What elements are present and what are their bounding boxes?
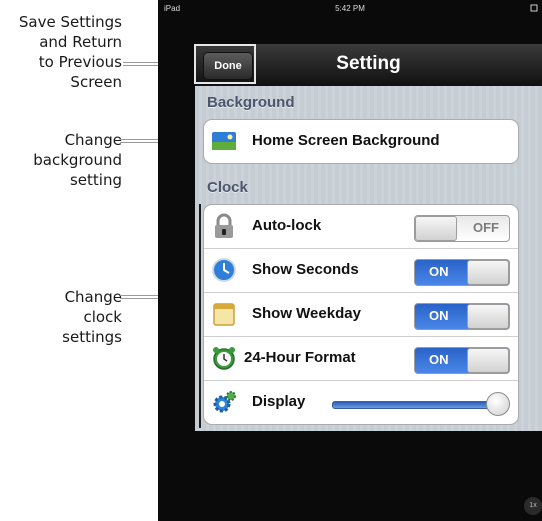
show-weekday-row: Show Weekday ON [204, 293, 518, 337]
home-screen-background-label: Home Screen Background [252, 132, 440, 149]
display-slider-track[interactable] [332, 401, 500, 409]
auto-lock-row: Auto-lock OFF [204, 205, 518, 249]
padlock-icon [210, 212, 238, 240]
switch-knob [467, 304, 509, 329]
settings-panel: Background Home Screen Background Clock [195, 86, 542, 431]
zoom-button[interactable]: 1x [524, 497, 542, 515]
home-screen-background-row[interactable]: Home Screen Background [204, 120, 518, 163]
clock-group: Auto-lock OFF Show Seconds ON Show Weekd… [203, 204, 519, 425]
gear-icon [210, 388, 238, 416]
callout-line: Change [64, 131, 122, 149]
battery-icon [530, 4, 538, 14]
callout-line: and Return [39, 33, 122, 51]
display-label: Display [252, 393, 306, 410]
callout-line: settings [62, 328, 122, 346]
display-slider-knob[interactable] [486, 392, 510, 416]
landscape-picture-icon [210, 127, 238, 155]
auto-lock-label: Auto-lock [252, 217, 322, 234]
switch-knob [467, 260, 509, 285]
callout-line: Screen [70, 73, 122, 91]
alarm-clock-icon [210, 344, 238, 372]
switch-text: OFF [473, 220, 499, 235]
24-hour-format-switch[interactable]: ON [414, 347, 510, 374]
callout-line: background [33, 151, 122, 169]
callout-line: Save Settings [18, 13, 122, 31]
display-row: Display [204, 381, 518, 424]
show-seconds-label: Show Seconds [252, 261, 359, 278]
status-bar: iPad 5:42 PM [158, 0, 542, 18]
show-weekday-switch[interactable]: ON [414, 303, 510, 330]
calendar-icon [210, 300, 238, 328]
auto-lock-switch[interactable]: OFF [414, 215, 510, 242]
callout-line: setting [69, 171, 122, 189]
show-seconds-row: Show Seconds ON [204, 249, 518, 293]
show-seconds-switch[interactable]: ON [414, 259, 510, 286]
switch-text: ON [429, 264, 449, 279]
callout-clock: Change clock settings [62, 287, 122, 347]
show-weekday-label: Show Weekday [252, 305, 361, 322]
callout-line: to Previous [38, 53, 122, 71]
status-time: 5:42 PM [335, 4, 365, 13]
switch-knob [467, 348, 509, 373]
callout-save-settings: Save Settings and Return to Previous Scr… [19, 12, 122, 92]
section-header-background: Background [207, 94, 295, 111]
background-group: Home Screen Background [203, 119, 519, 164]
switch-text: ON [429, 308, 449, 323]
switch-text: ON [429, 352, 449, 367]
callout-line: clock [83, 308, 122, 326]
callout-background: Change background setting [33, 130, 122, 190]
24-hour-format-row: 24-Hour Format ON [204, 337, 518, 381]
clock-icon [210, 256, 238, 284]
clock-bracket [199, 204, 201, 428]
done-highlight-box [194, 44, 256, 84]
section-header-clock: Clock [207, 179, 248, 196]
switch-knob [415, 216, 457, 241]
callout-line: Change [64, 288, 122, 306]
24-hour-format-label: 24-Hour Format [244, 349, 356, 366]
